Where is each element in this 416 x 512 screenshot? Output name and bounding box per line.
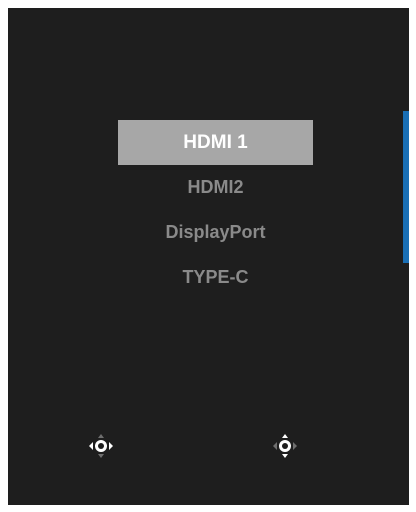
- joystick-left-right-icon[interactable]: [87, 432, 115, 460]
- joystick-left-right-icon-graphic: [89, 434, 113, 458]
- input-source-list: HDMI 1 HDMI2 DisplayPort TYPE-C: [118, 120, 313, 300]
- input-option-hdmi2[interactable]: HDMI2: [118, 165, 313, 210]
- joystick-up-down-icon[interactable]: [271, 432, 299, 460]
- input-option-type-c[interactable]: TYPE-C: [118, 255, 313, 300]
- osd-screen: HDMI 1 HDMI2 DisplayPort TYPE-C: [8, 8, 409, 505]
- joystick-up-down-icon-graphic: [273, 434, 297, 458]
- input-option-displayport[interactable]: DisplayPort: [118, 210, 313, 255]
- input-option-hdmi1[interactable]: HDMI 1: [118, 120, 313, 165]
- accent-strip: [403, 111, 409, 263]
